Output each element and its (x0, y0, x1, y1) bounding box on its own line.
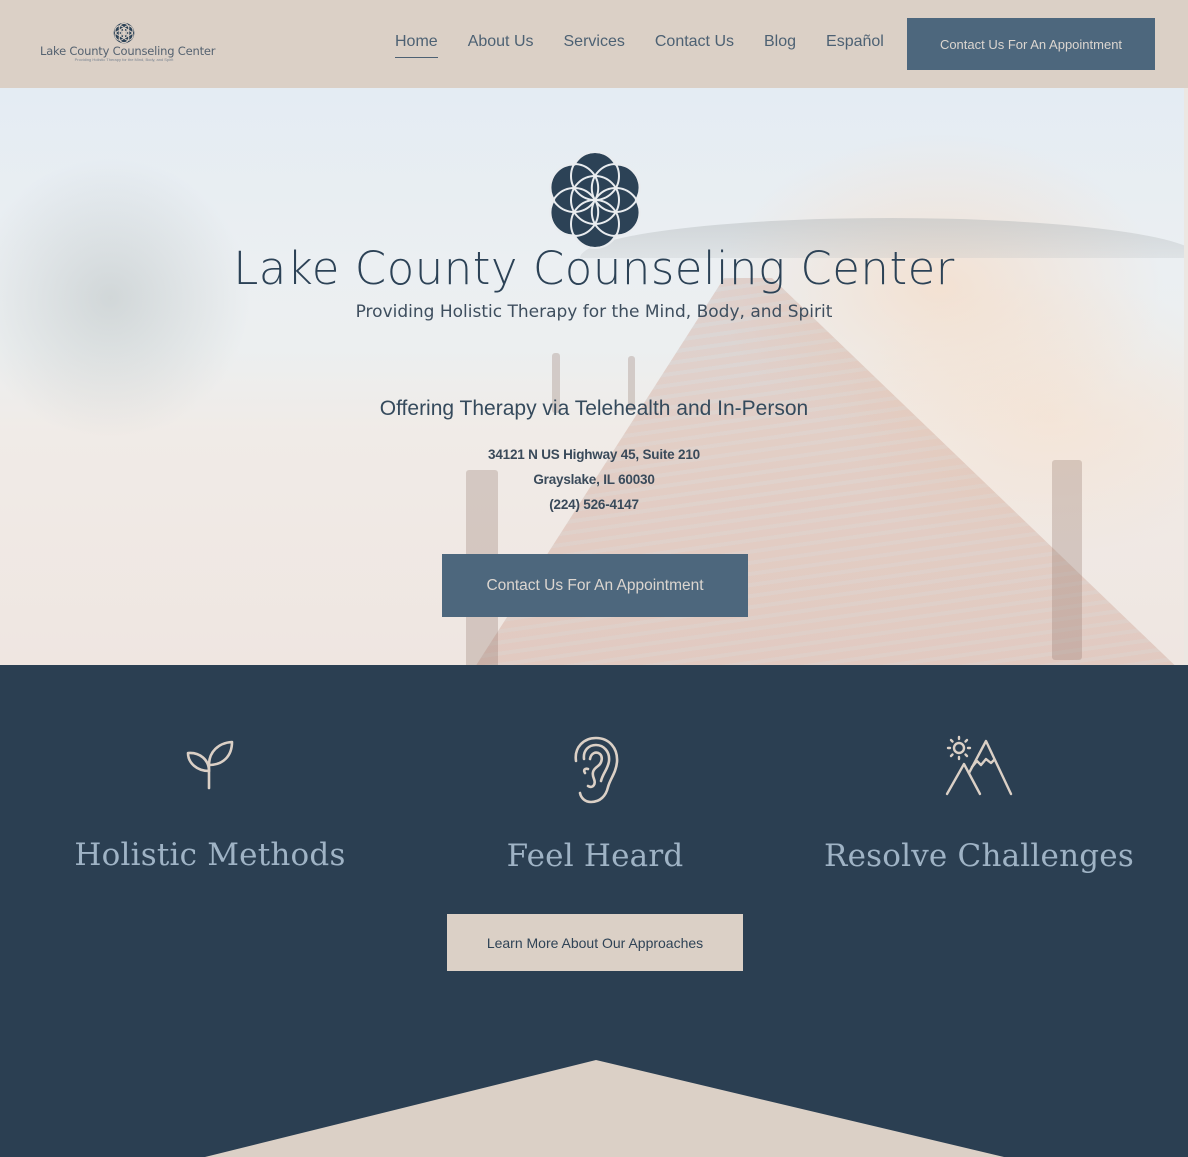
address-line-1: 34121 N US Highway 45, Suite 210 (488, 447, 700, 462)
feature-title: Feel Heard (506, 838, 684, 874)
sprout-icon (186, 740, 234, 790)
site-logo[interactable]: Lake County Counseling Center Providing … (40, 22, 216, 66)
hero-content: Lake County Counseling Center Providing … (0, 88, 1188, 665)
feature-title: Holistic Methods (74, 837, 346, 873)
seed-of-life-icon (549, 151, 641, 249)
hero-subtitle: Providing Holistic Therapy for the Mind,… (355, 302, 833, 322)
hero-section: Lake County Counseling Center Providing … (0, 88, 1188, 665)
feature-title: Resolve Challenges (824, 838, 1134, 874)
logo-title: Lake County Counseling Center (40, 44, 216, 58)
nav-about-us[interactable]: About Us (468, 32, 534, 52)
seed-of-life-icon (113, 22, 135, 44)
learn-more-approaches-button[interactable]: Learn More About Our Approaches (447, 914, 743, 971)
nav-services[interactable]: Services (564, 32, 625, 52)
nav-blog[interactable]: Blog (764, 32, 796, 52)
page-edge-strip (1184, 88, 1188, 665)
mountain-sun-icon (945, 735, 1013, 796)
ear-icon (574, 736, 619, 804)
nav-espanol[interactable]: Español (826, 32, 884, 52)
nav-contact-us[interactable]: Contact Us (655, 32, 734, 52)
site-header: Lake County Counseling Center Providing … (0, 0, 1188, 88)
address-line-2: Grayslake, IL 60030 (533, 472, 655, 487)
hero-title: Lake County Counseling Center (233, 242, 955, 295)
header-appointment-button[interactable]: Contact Us For An Appointment (907, 18, 1155, 70)
phone-number[interactable]: (224) 526-4147 (0, 497, 1188, 512)
nav-home[interactable]: Home (395, 32, 438, 58)
main-nav: Home About Us Services Contact Us Blog E… (395, 32, 914, 58)
features-section: Holistic Methods Feel Heard Resolve Chal… (0, 665, 1188, 1157)
hero-offering-text: Offering Therapy via Telehealth and In-P… (379, 397, 809, 420)
hero-appointment-button[interactable]: Contact Us For An Appointment (442, 554, 748, 617)
